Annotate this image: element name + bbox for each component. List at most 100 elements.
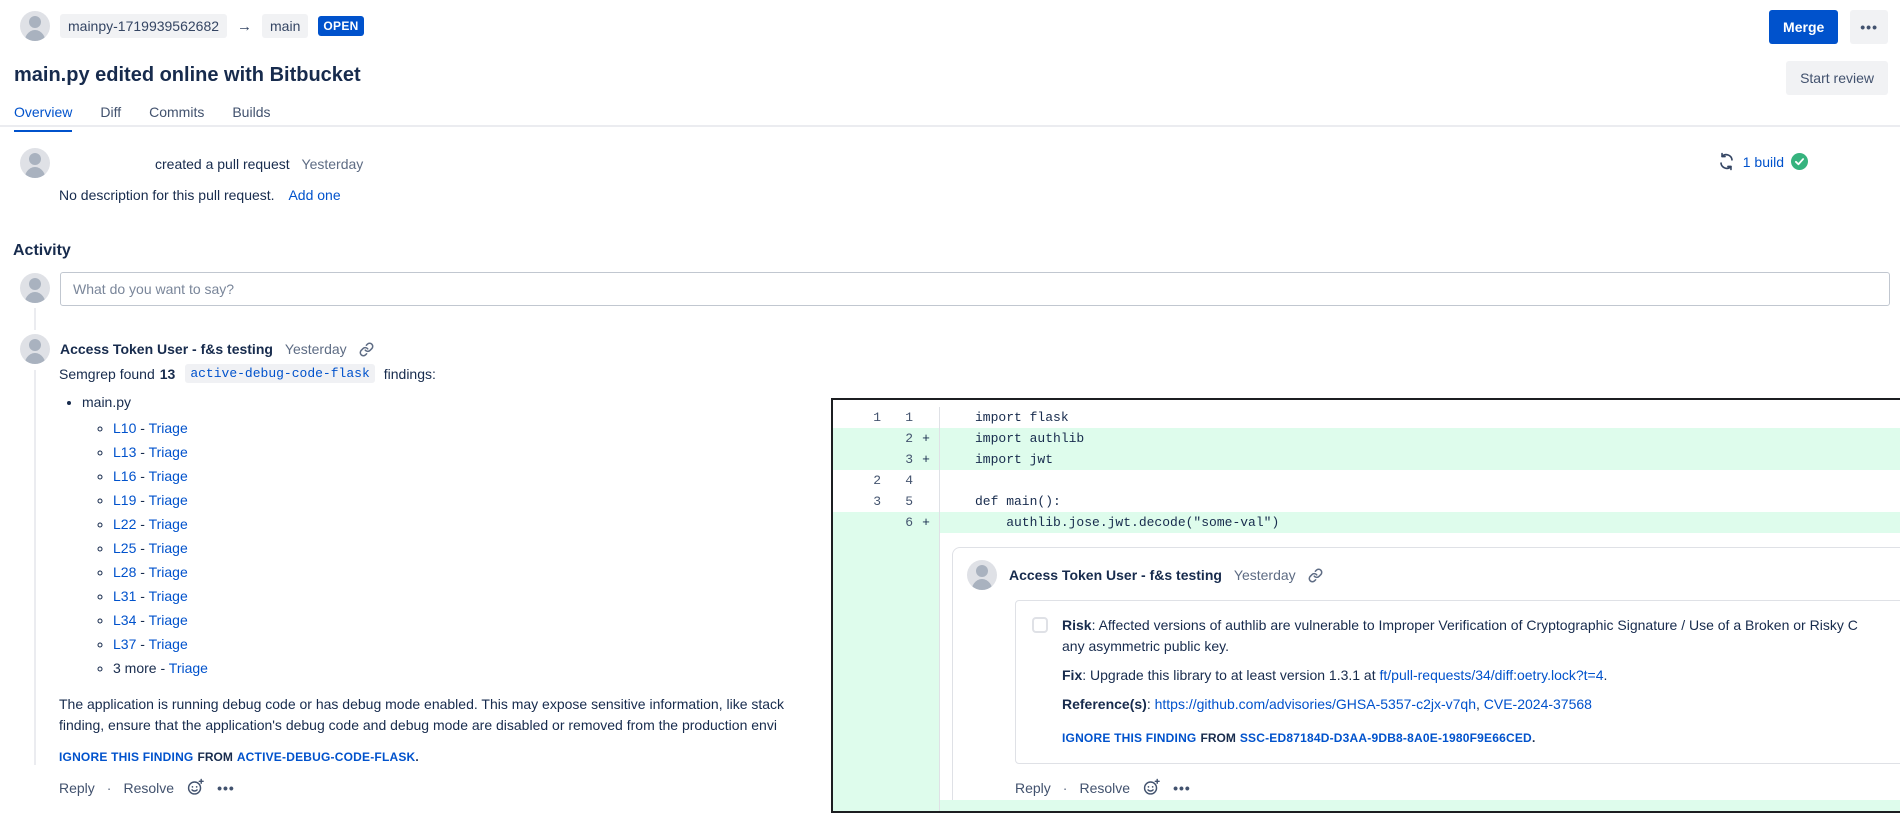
finding-triage-link[interactable]: Triage: [149, 492, 188, 508]
commenter-avatar[interactable]: [20, 334, 50, 364]
finding-item: L10 - Triage: [113, 420, 208, 436]
diff-line[interactable]: 3 5 def main():: [833, 491, 1900, 512]
finding-line-link[interactable]: L25: [113, 540, 136, 556]
pr-author-avatar[interactable]: [20, 11, 50, 41]
source-branch-lozenge[interactable]: mainpy-1719939562682: [60, 14, 227, 38]
finding-checkbox[interactable]: [1032, 617, 1048, 633]
cve-link[interactable]: CVE-2024-37568: [1484, 696, 1592, 712]
rule-uppercase-link[interactable]: ACTIVE-DEBUG-CODE-FLASK: [237, 750, 416, 764]
finding-description: The application is running debug code or…: [59, 694, 830, 738]
inline-commenter-avatar[interactable]: [967, 560, 997, 590]
comment-more-icon[interactable]: •••: [217, 780, 235, 796]
ssc-link[interactable]: SSC-ED87184D-D3AA-9DB8-8A0E-1980F9E66CED: [1240, 731, 1532, 745]
finding-line-link[interactable]: L31: [113, 588, 136, 604]
comment-header: Access Token User - f&s testing Yesterda…: [60, 341, 374, 357]
activity-heading: Activity: [13, 242, 71, 260]
add-reaction-icon[interactable]: [1142, 778, 1161, 797]
finding-item: 3 more - Triage: [113, 660, 208, 676]
finding-line-link[interactable]: L10: [113, 420, 136, 436]
pr-status-badge: OPEN: [318, 16, 363, 36]
created-line: created a pull request Yesterday: [155, 156, 363, 172]
creator-avatar[interactable]: [20, 148, 50, 178]
diff-line-added[interactable]: 3 + import jwt: [833, 449, 1900, 470]
finding-detail-content: Risk: Affected versions of authlib are v…: [1062, 615, 1858, 749]
finding-line-link[interactable]: L19: [113, 492, 136, 508]
tab-diff[interactable]: Diff: [100, 104, 121, 132]
finding-triage-link[interactable]: Triage: [149, 612, 188, 628]
finding-line-link[interactable]: L37: [113, 636, 136, 652]
permalink-icon[interactable]: [359, 342, 374, 357]
finding-triage-link[interactable]: Triage: [169, 660, 208, 676]
pr-header: mainpy-1719939562682 → main OPEN: [20, 11, 364, 41]
comment-more-icon[interactable]: •••: [1173, 780, 1191, 796]
resolve-button[interactable]: Resolve: [123, 780, 174, 796]
finding-list: main.py L10 - Triage L13 - Triage L16 - …: [82, 394, 208, 686]
finding-triage-link[interactable]: Triage: [149, 564, 188, 580]
finding-detail-box: Risk: Affected versions of authlib are v…: [1015, 600, 1900, 764]
comment-composer-input[interactable]: [60, 272, 1890, 306]
finding-line-link[interactable]: L28: [113, 564, 136, 580]
comment-actions: Reply · Resolve •••: [59, 778, 235, 797]
arrow-right-icon: →: [237, 18, 252, 35]
diff-line[interactable]: 2 4: [833, 470, 1900, 491]
finding-file: main.py L10 - Triage L13 - Triage L16 - …: [82, 394, 208, 676]
diff-preview-panel: 1 1 import flask 2 + import authlib 3 + …: [831, 398, 1900, 813]
inline-comment-actions: Reply · Resolve •••: [1015, 778, 1900, 797]
thread-line: [34, 308, 36, 330]
more-options-button[interactable]: •••: [1850, 10, 1888, 44]
description-line: The application is running debug code or…: [59, 694, 830, 715]
description-line: finding, ensure that the application's d…: [59, 715, 830, 736]
finding-line-link[interactable]: L22: [113, 516, 136, 532]
merge-button[interactable]: Merge: [1769, 10, 1838, 44]
finding-triage-link[interactable]: Triage: [149, 420, 188, 436]
tab-builds[interactable]: Builds: [232, 104, 270, 132]
finding-item: L37 - Triage: [113, 636, 208, 652]
inline-comment-area: Access Token User - f&s testing Yesterda…: [939, 533, 1900, 807]
references-line: Reference(s): https://github.com/advisor…: [1062, 694, 1858, 715]
fix-line: Fix: Upgrade this library to at least ve…: [1062, 665, 1858, 686]
finding-item: L16 - Triage: [113, 468, 208, 484]
finding-triage-link[interactable]: Triage: [149, 588, 188, 604]
permalink-icon[interactable]: [1308, 568, 1323, 583]
finding-triage-link[interactable]: Triage: [149, 540, 188, 556]
ignore-finding-line: IGNORE THIS FINDING FROM ACTIVE-DEBUG-CODE…: [59, 750, 419, 764]
finding-line-link[interactable]: L13: [113, 444, 136, 460]
from-text: FROM: [1200, 731, 1235, 745]
finding-triage-link[interactable]: Triage: [149, 468, 188, 484]
build-count-link[interactable]: 1 build: [1743, 154, 1784, 170]
finding-triage-link[interactable]: Triage: [149, 444, 188, 460]
start-review-button[interactable]: Start review: [1786, 61, 1888, 95]
target-branch-lozenge[interactable]: main: [262, 14, 308, 38]
from-text: FROM: [197, 750, 232, 764]
ignore-finding-link[interactable]: IGNORE THIS FINDING: [1062, 731, 1196, 745]
reply-button[interactable]: Reply: [59, 780, 95, 796]
builds-sync-icon: [1717, 152, 1736, 171]
inline-comment-card: Access Token User - f&s testing Yesterda…: [952, 547, 1900, 812]
inline-comment-time: Yesterday: [1234, 567, 1296, 583]
finding-triage-link[interactable]: Triage: [149, 516, 188, 532]
diff-line-added[interactable]: 6 + authlib.jose.jwt.decode("some-val"): [833, 512, 1900, 533]
advisory-link[interactable]: https://github.com/advisories/GHSA-5357-…: [1155, 696, 1476, 712]
add-description-link[interactable]: Add one: [288, 187, 340, 203]
inline-comment-region: Access Token User - f&s testing Yesterda…: [833, 533, 1900, 807]
finding-file-name: main.py: [82, 394, 131, 410]
thread-line: [34, 370, 36, 765]
ignore-finding-link[interactable]: IGNORE THIS FINDING: [59, 750, 193, 764]
inline-comment-header: Access Token User - f&s testing Yesterda…: [967, 560, 1900, 590]
fix-link[interactable]: ft/pull-requests/34/diff:oetry.lock?t=4: [1380, 667, 1604, 683]
rule-link[interactable]: active-debug-code-flask: [185, 364, 374, 383]
reply-button[interactable]: Reply: [1015, 780, 1051, 796]
tab-overview[interactable]: Overview: [14, 104, 72, 132]
resolve-button[interactable]: Resolve: [1079, 780, 1130, 796]
diff-gutter-added: [833, 533, 939, 807]
divider: [0, 125, 1900, 127]
tab-commits[interactable]: Commits: [149, 104, 204, 132]
finding-line-link[interactable]: L34: [113, 612, 136, 628]
summary-prefix: Semgrep found: [59, 366, 155, 382]
diff-line-added[interactable]: 2 + import authlib: [833, 428, 1900, 449]
current-user-avatar[interactable]: [20, 273, 50, 303]
finding-line-link[interactable]: L16: [113, 468, 136, 484]
diff-line[interactable]: 1 1 import flask: [833, 407, 1900, 428]
finding-triage-link[interactable]: Triage: [149, 636, 188, 652]
add-reaction-icon[interactable]: [186, 778, 205, 797]
